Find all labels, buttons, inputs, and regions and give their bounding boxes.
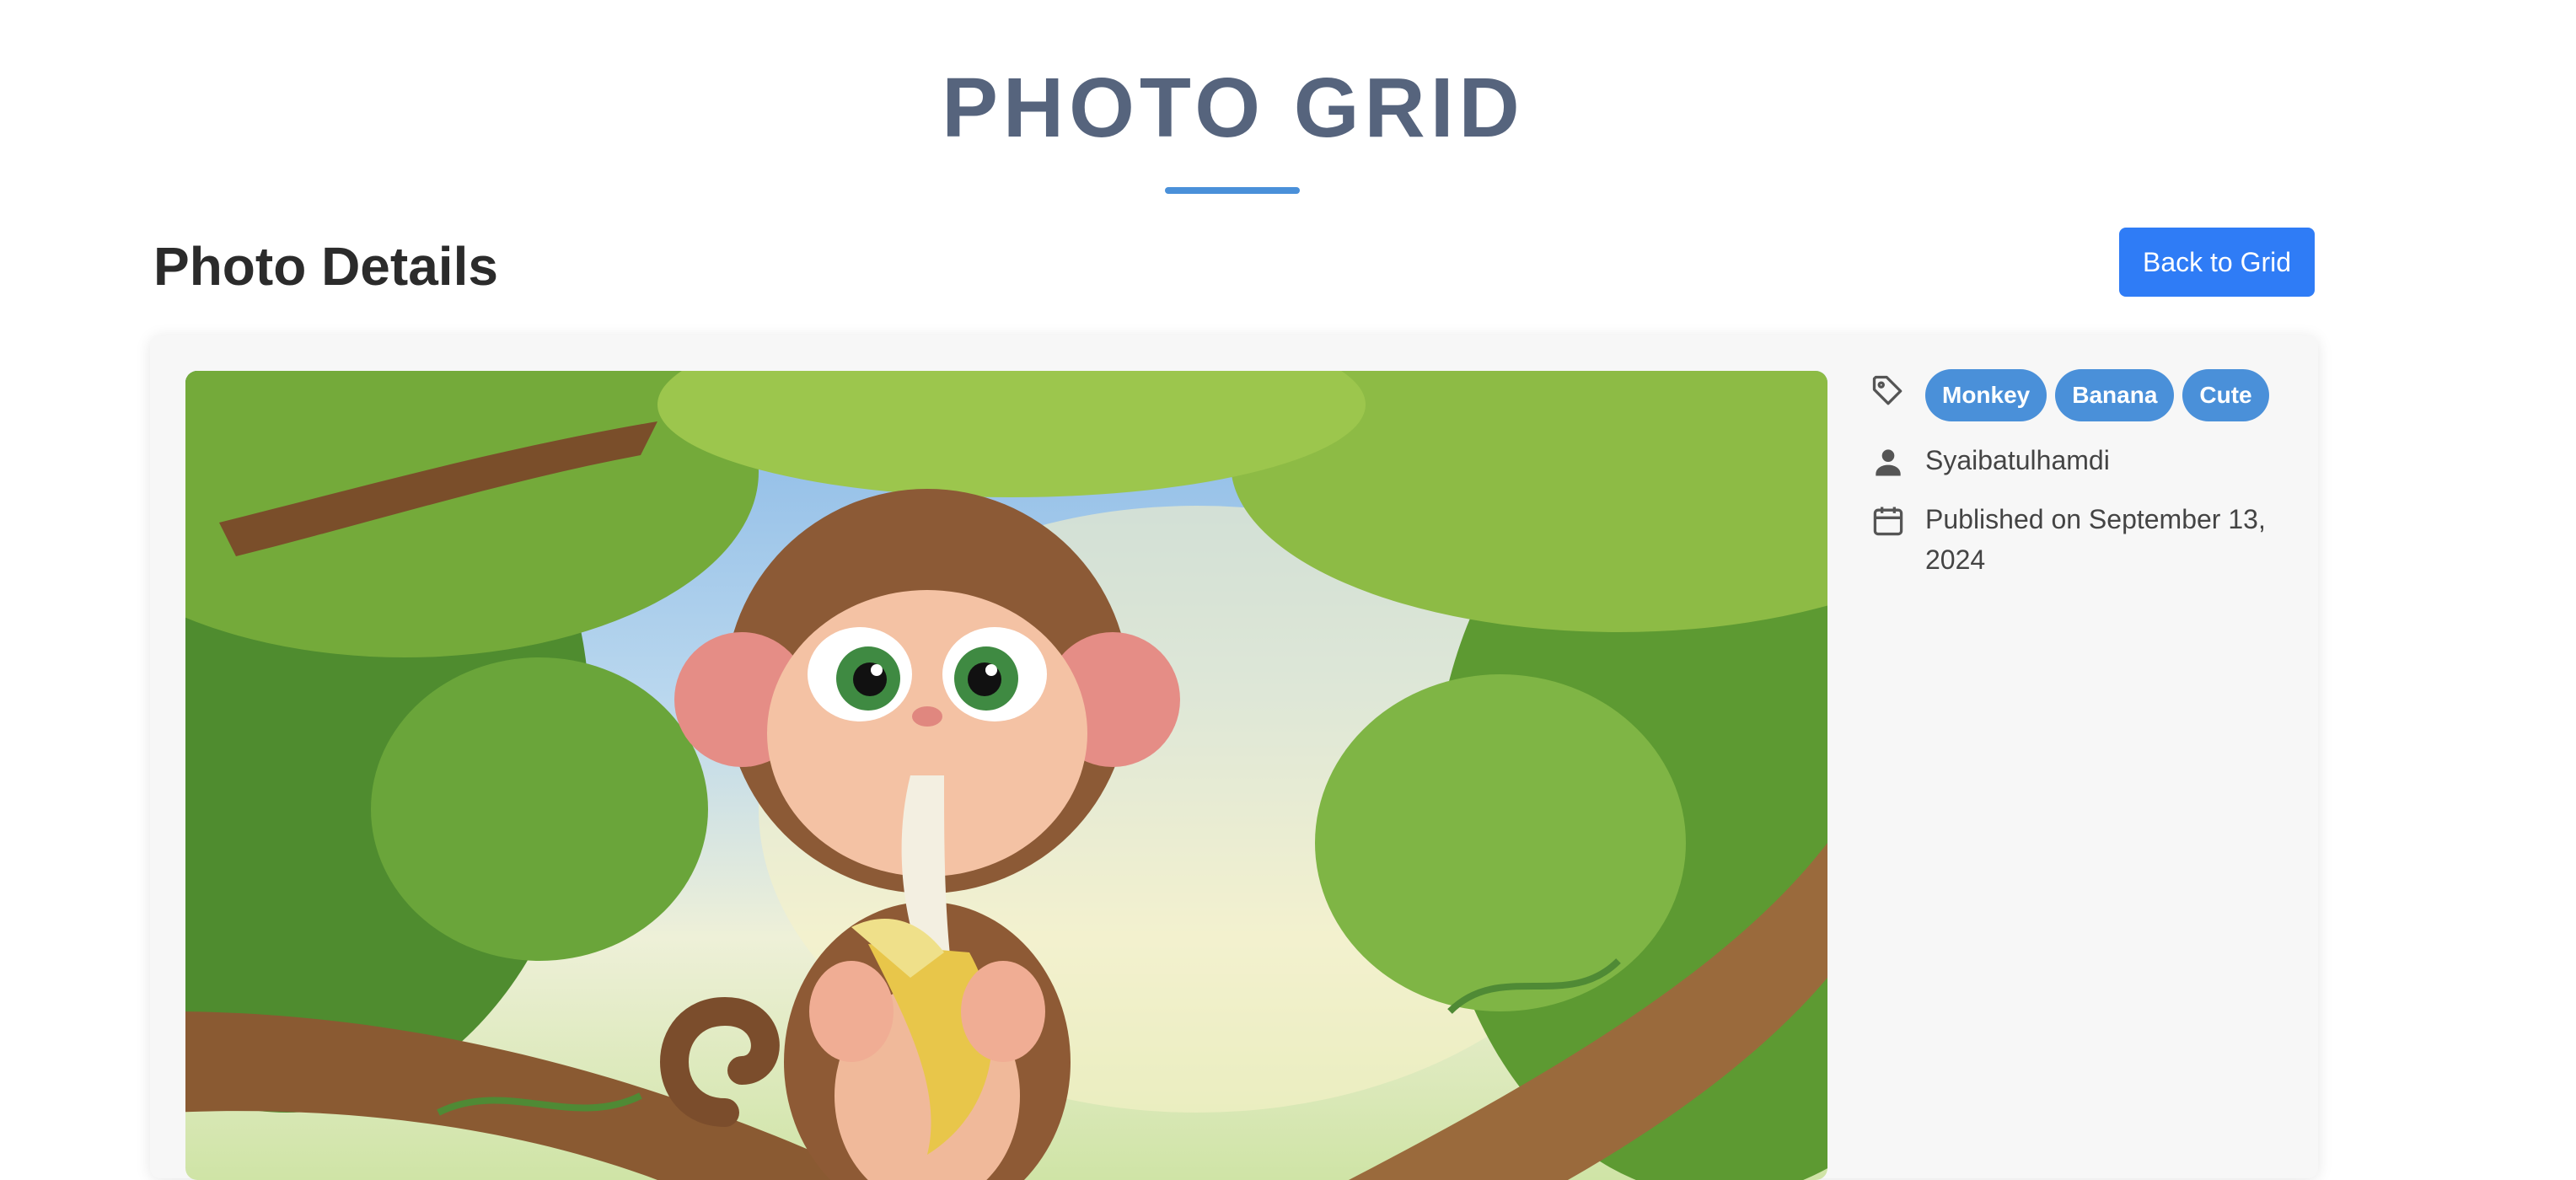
title-underline (1165, 187, 1300, 194)
photo-image (185, 371, 1827, 1180)
author-row: Syaibatulhamdi (1870, 440, 2308, 480)
back-to-grid-button[interactable]: Back to Grid (2119, 228, 2315, 297)
tag-cute[interactable]: Cute (2182, 369, 2269, 421)
tag-monkey[interactable]: Monkey (1925, 369, 2047, 421)
monkey-illustration (185, 371, 1827, 1180)
published-date: Published on September 13, 2024 (1925, 504, 2266, 575)
photo-metadata: Monkey Banana Cute Syaibatulhamdi Publis… (1870, 369, 2308, 598)
tag-banana[interactable]: Banana (2055, 369, 2175, 421)
author-name[interactable]: Syaibatulhamdi (1925, 440, 2110, 480)
page-title: Photo Details (153, 236, 498, 297)
tag-icon (1870, 373, 1907, 410)
date-row: Published on September 13, 2024 (1870, 499, 2308, 580)
user-icon (1870, 443, 1907, 480)
site-title: PHOTO GRID (942, 61, 1525, 155)
tag-list: Monkey Banana Cute (1925, 369, 2269, 421)
tags-row: Monkey Banana Cute (1870, 369, 2308, 421)
calendar-icon (1870, 502, 1907, 539)
